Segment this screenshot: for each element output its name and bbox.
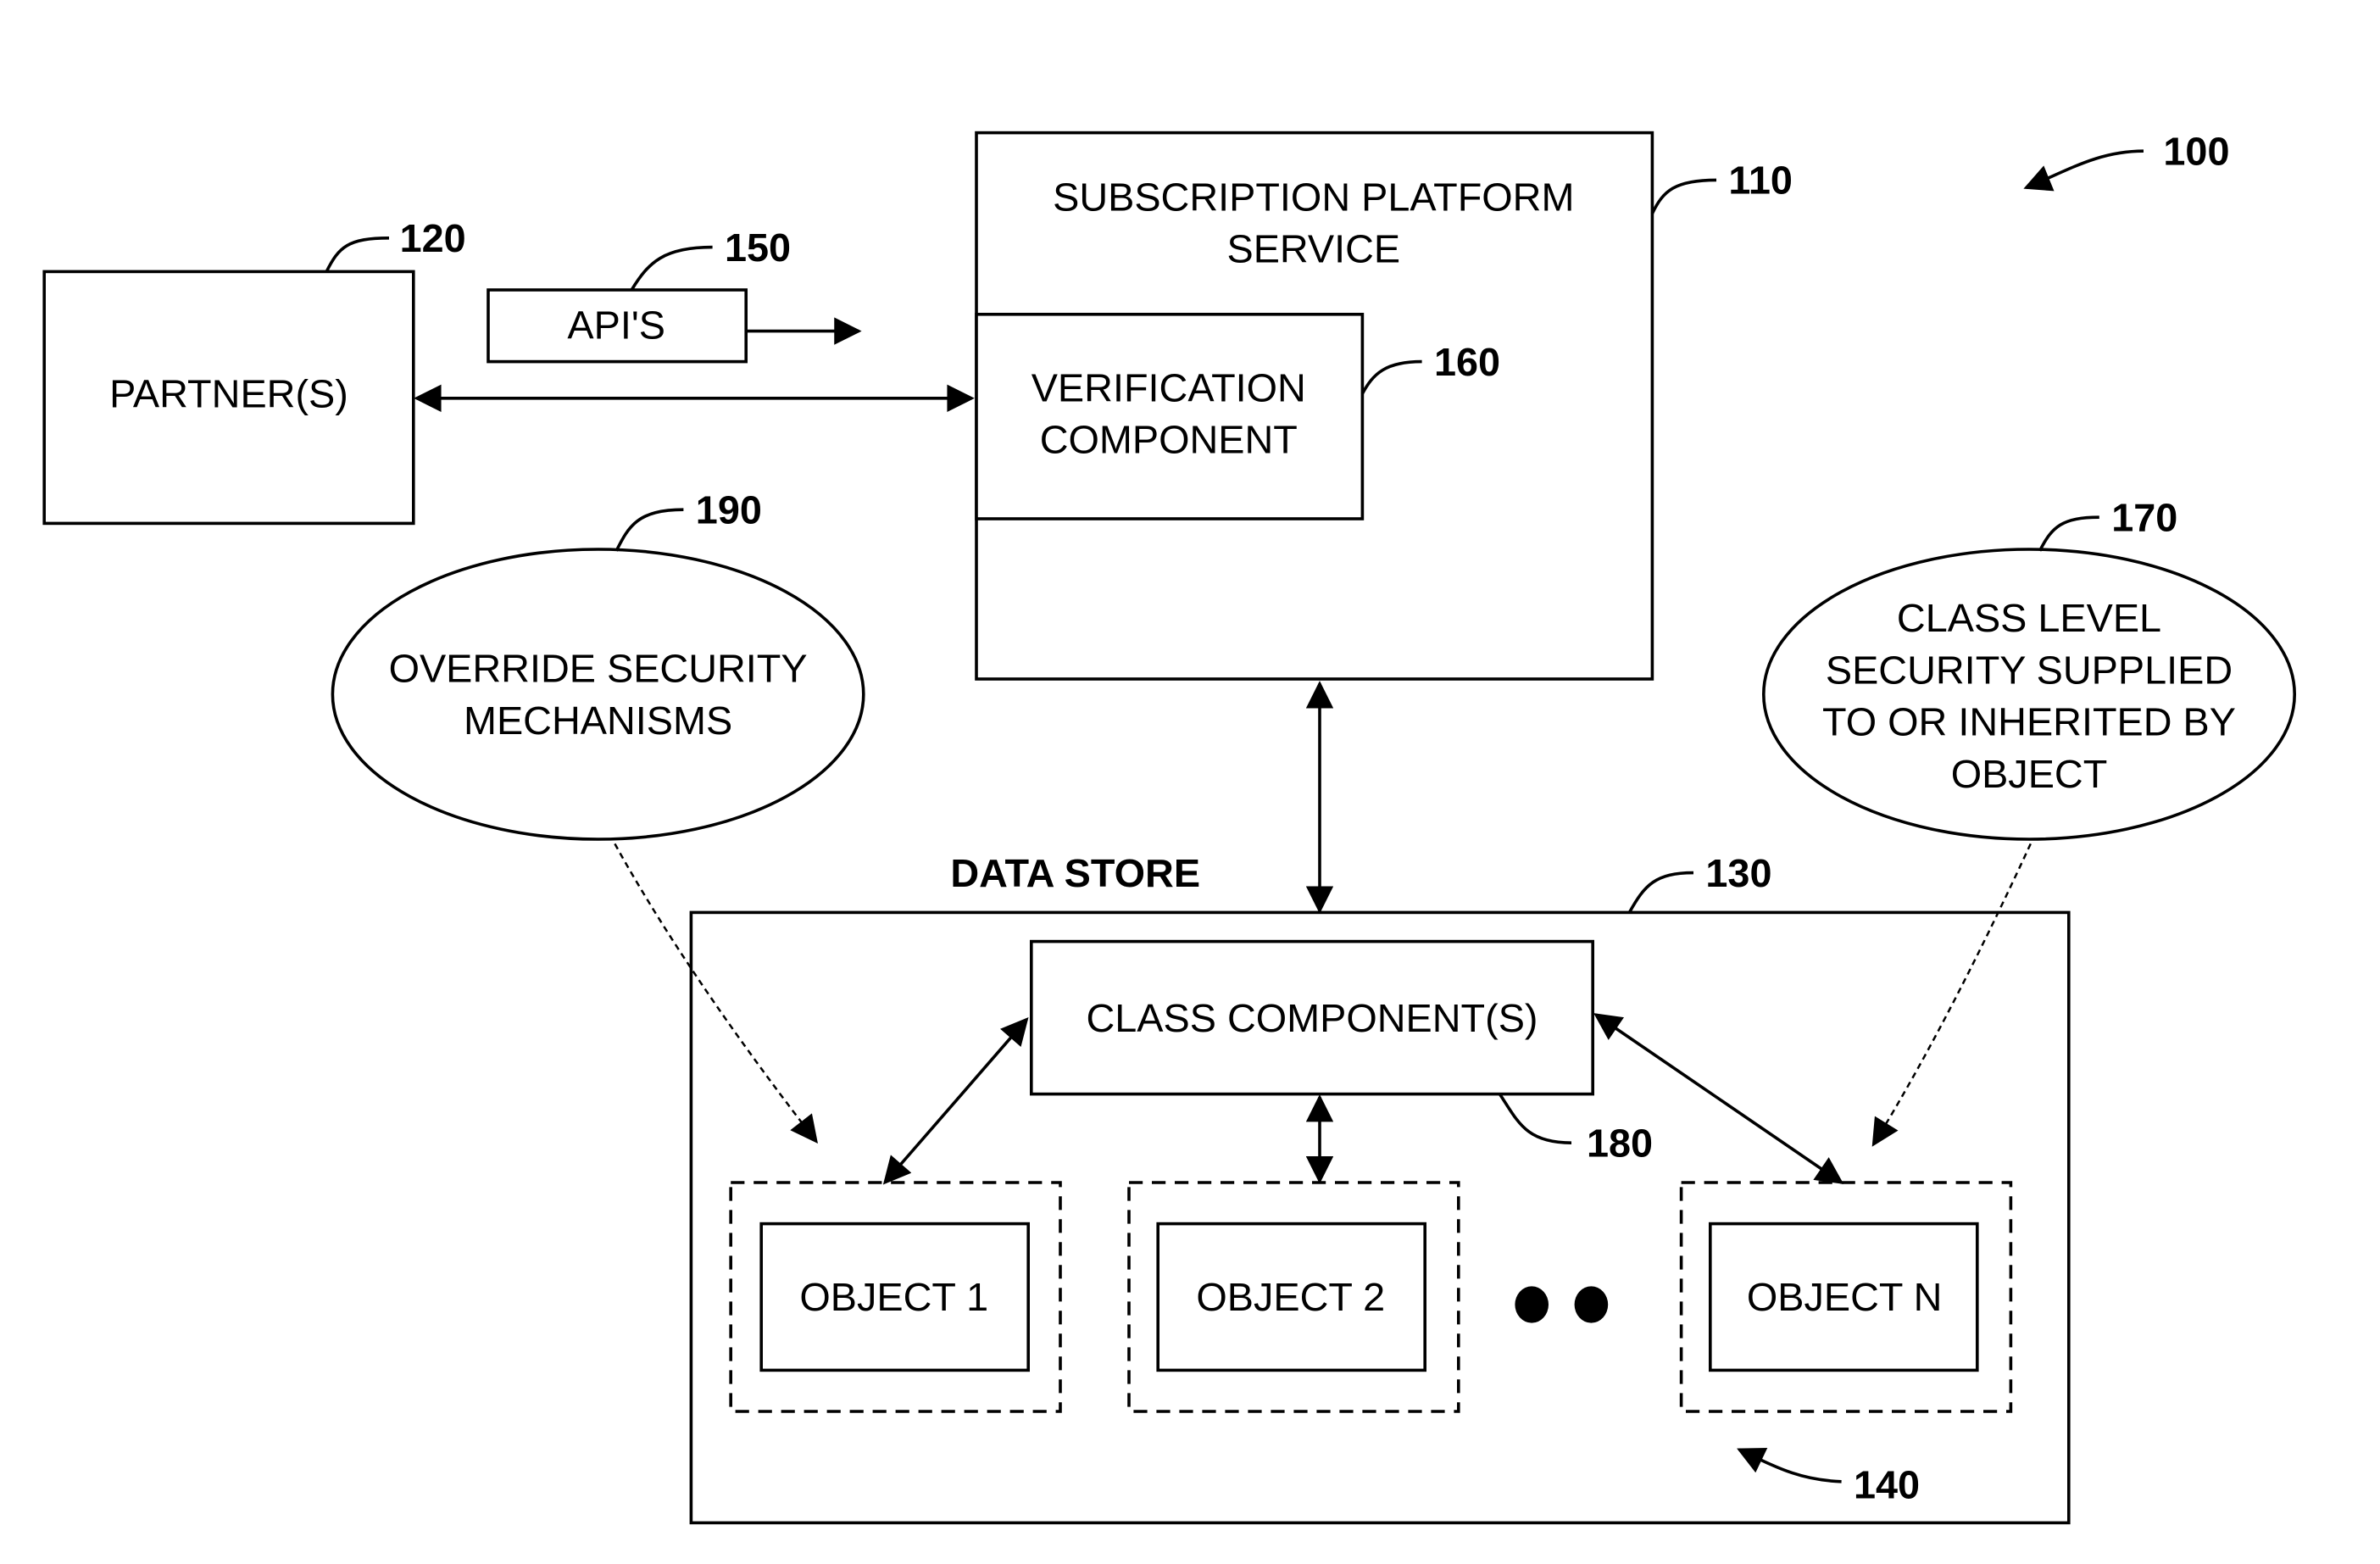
ref-160: 160 xyxy=(1434,340,1500,384)
figure-ref-100: 100 xyxy=(2023,129,2229,192)
data-store-title: DATA STORE xyxy=(950,851,1200,895)
object-n-label: OBJECT N xyxy=(1747,1275,1943,1319)
override-label-2: MECHANISMS xyxy=(464,699,732,743)
ref-150: 150 xyxy=(725,225,791,270)
ref-110: 110 xyxy=(1728,159,1792,203)
apis-label: API'S xyxy=(567,303,665,348)
class-object1-arrow xyxy=(882,1016,1029,1185)
ref-180: 180 xyxy=(1587,1121,1653,1165)
ref-leader-120 xyxy=(325,237,390,273)
class-component: CLASS COMPONENT(S) 180 xyxy=(1030,939,1653,1165)
ellipsis-dots xyxy=(1515,1286,1609,1323)
override-security-ellipse: OVERRIDE SECURITY MECHANISMS 190 xyxy=(331,487,865,1144)
ref-leader-190 xyxy=(614,508,684,552)
class-component-label: CLASS COMPONENT(S) xyxy=(1086,996,1538,1040)
ref-120: 120 xyxy=(400,216,466,260)
object-2-label: OBJECT 2 xyxy=(1196,1275,1385,1319)
ref-leader-130 xyxy=(1627,871,1694,914)
class-level-dotted-arrow xyxy=(1871,843,2032,1147)
class-level-label-3: TO OR INHERITED BY xyxy=(1822,700,2236,744)
object-1: OBJECT 1 xyxy=(729,1181,1062,1413)
override-label-1: OVERRIDE SECURITY xyxy=(389,647,808,691)
diagram: 100 SUBSCRIPTION PLATFORM SERVICE 110 VE… xyxy=(42,129,2296,1525)
partners-label: PARTNER(S) xyxy=(109,372,348,416)
ref-140: 140 xyxy=(1854,1463,1920,1507)
dot xyxy=(1574,1286,1609,1323)
ref-leader-170 xyxy=(2038,515,2099,552)
ref-leader-110 xyxy=(1650,178,1717,214)
apis-box: API'S 150 xyxy=(487,225,862,364)
objects-ref-140: 140 xyxy=(1737,1448,1920,1507)
ref-leader-180 xyxy=(1498,1093,1572,1144)
class-level-label-1: CLASS LEVEL xyxy=(1897,596,2161,640)
class-level-security-ellipse: CLASS LEVEL SECURITY SUPPLIED TO OR INHE… xyxy=(1762,495,2296,1147)
object-n: OBJECT N xyxy=(1679,1181,2013,1413)
class-level-label-4: OBJECT xyxy=(1951,752,2108,796)
ref-190: 190 xyxy=(696,487,762,532)
object-2: OBJECT 2 xyxy=(1127,1181,1460,1413)
subscription-platform-label-1: SUBSCRIPTION PLATFORM xyxy=(1053,175,1574,219)
figure-ref-label: 100 xyxy=(2163,129,2229,173)
class-level-label-2: SECURITY SUPPLIED xyxy=(1826,648,2233,692)
ref-leader-150 xyxy=(630,245,713,291)
partners-box: PARTNER(S) 120 xyxy=(42,216,466,526)
object-1-label: OBJECT 1 xyxy=(799,1275,988,1319)
verification-label-2: COMPONENT xyxy=(1040,418,1298,462)
subscription-platform-label-2: SERVICE xyxy=(1226,227,1400,271)
dot xyxy=(1515,1286,1549,1323)
ref-170: 170 xyxy=(2111,495,2177,539)
verification-label-1: VERIFICATION xyxy=(1032,365,1306,409)
override-dotted-arrow xyxy=(614,843,818,1144)
ref-130: 130 xyxy=(1705,851,1771,895)
